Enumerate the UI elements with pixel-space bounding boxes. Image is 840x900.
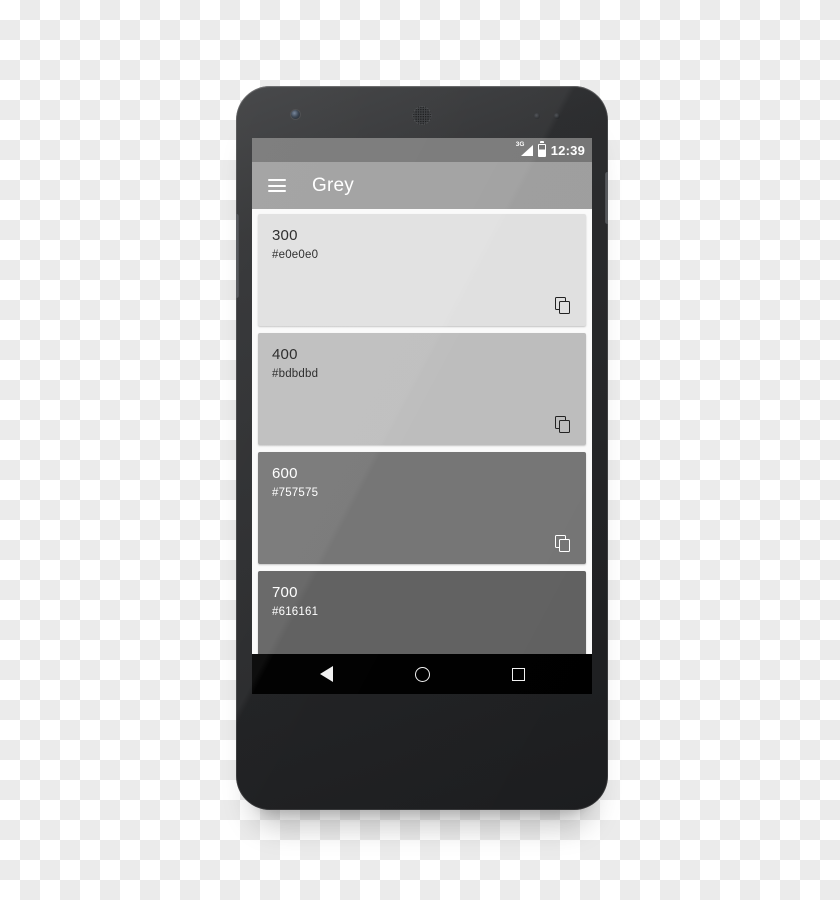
nav-recents-button[interactable]: [498, 659, 538, 689]
hamburger-menu-icon[interactable]: [268, 179, 286, 192]
list-item[interactable]: 300 #e0e0e0: [258, 214, 586, 326]
list-item[interactable]: 400 #bdbdbd: [258, 333, 586, 445]
copy-icon-front-sheet: [559, 301, 570, 314]
swatch-hex: #bdbdbd: [272, 367, 319, 380]
copy-icon-front-sheet: [559, 539, 570, 552]
status-bar: 3G 12:39: [252, 138, 592, 162]
swatch-name: 400: [272, 346, 298, 363]
nav-back-button[interactable]: [306, 659, 346, 689]
phone-device-frame: 3G 12:39 Grey 300 #e0e0e0 400 #bdbdbd 60…: [236, 86, 608, 810]
swatch-hex: #757575: [272, 486, 319, 499]
copy-icon[interactable]: [555, 535, 572, 552]
signal-bars-icon: 3G: [516, 141, 533, 157]
color-swatch-list[interactable]: 300 #e0e0e0 400 #bdbdbd 600 #757575 700 …: [252, 209, 592, 654]
swatch-name: 600: [272, 465, 298, 482]
swatch-name: 300: [272, 227, 298, 244]
power-button[interactable]: [605, 172, 608, 224]
home-circle-icon: [414, 666, 430, 682]
earpiece-speaker-icon: [412, 106, 432, 125]
phone-screen: 3G 12:39 Grey 300 #e0e0e0 400 #bdbdbd 60…: [252, 138, 592, 694]
volume-rocker-button[interactable]: [236, 214, 239, 298]
back-triangle-icon: [319, 666, 333, 682]
app-bar-title: Grey: [312, 174, 354, 196]
app-bar: Grey: [252, 162, 592, 209]
hamburger-line: [268, 190, 286, 192]
hamburger-line: [268, 179, 286, 181]
swatch-name: 700: [272, 584, 298, 601]
copy-icon[interactable]: [555, 297, 572, 314]
android-navigation-bar: [252, 654, 592, 694]
swatch-hex: #e0e0e0: [272, 248, 319, 261]
battery-icon: [537, 143, 546, 157]
nav-home-button[interactable]: [402, 659, 442, 689]
front-camera-icon: [291, 110, 300, 119]
copy-icon[interactable]: [555, 416, 572, 433]
proximity-sensor-icon: [534, 113, 540, 119]
hamburger-line: [268, 184, 286, 187]
copy-icon-front-sheet: [559, 420, 570, 433]
swatch-hex: #616161: [272, 605, 319, 618]
status-bar-clock: 12:39: [550, 142, 585, 158]
list-item[interactable]: 700 #616161: [258, 571, 586, 654]
light-sensor-icon: [554, 113, 560, 119]
list-item[interactable]: 600 #757575: [258, 452, 586, 564]
signal-triangle: [520, 145, 533, 156]
recents-square-icon: [511, 667, 525, 681]
